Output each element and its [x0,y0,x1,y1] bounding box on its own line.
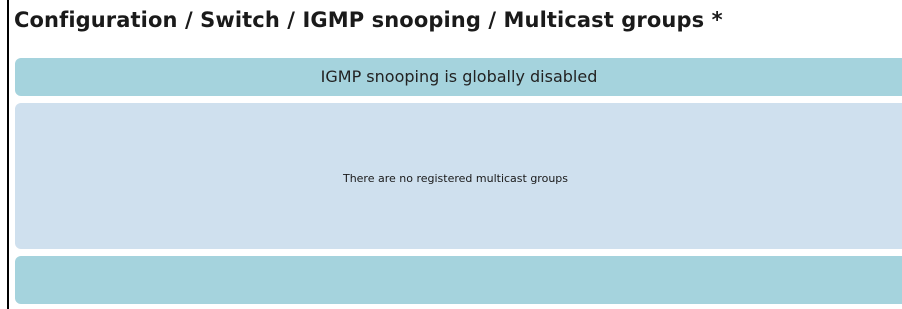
page-title: Configuration / Switch / IGMP snooping /… [14,8,723,32]
status-message: IGMP snooping is globally disabled [320,67,598,86]
status-banner: IGMP snooping is globally disabled [15,58,902,96]
multicast-groups-panel: There are no registered multicast groups [15,103,902,249]
left-border [7,0,9,309]
page: Configuration / Switch / IGMP snooping /… [0,0,902,309]
empty-groups-message: There are no registered multicast groups [342,172,569,185]
footer-bar [15,256,902,304]
